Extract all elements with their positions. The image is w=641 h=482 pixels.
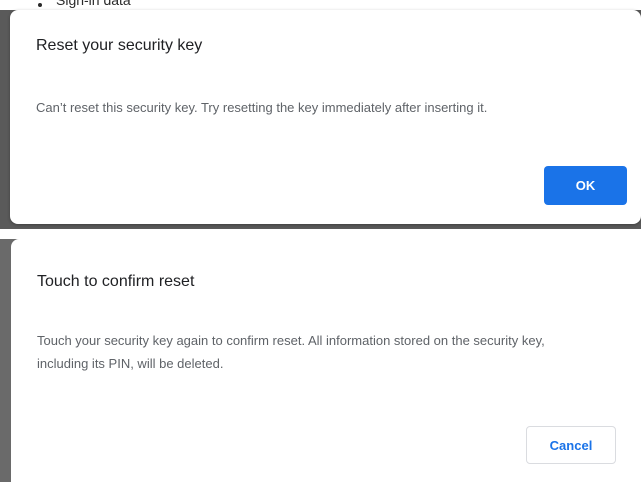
dialog-title: Reset your security key: [36, 37, 203, 54]
background-page-strip: Sign-in data: [0, 0, 641, 10]
bullet-icon: [38, 3, 42, 7]
touch-to-confirm-dialog: Touch to confirm reset Touch your securi…: [11, 239, 641, 482]
dialog-title: Touch to confirm reset: [37, 273, 195, 290]
reset-error-screenshot: Sign-in data Reset your security key Can…: [0, 0, 641, 229]
background-page-text: Sign-in data: [56, 0, 131, 8]
ok-button[interactable]: OK: [544, 166, 627, 205]
dialog-message: Touch your security key again to confirm…: [37, 333, 545, 371]
dialog-message: Can’t reset this security key. Try reset…: [36, 100, 488, 115]
confirm-reset-screenshot: Touch to confirm reset Touch your securi…: [0, 239, 641, 482]
reset-security-key-dialog: Reset your security key Can’t reset this…: [10, 10, 641, 224]
cancel-button[interactable]: Cancel: [526, 426, 616, 464]
